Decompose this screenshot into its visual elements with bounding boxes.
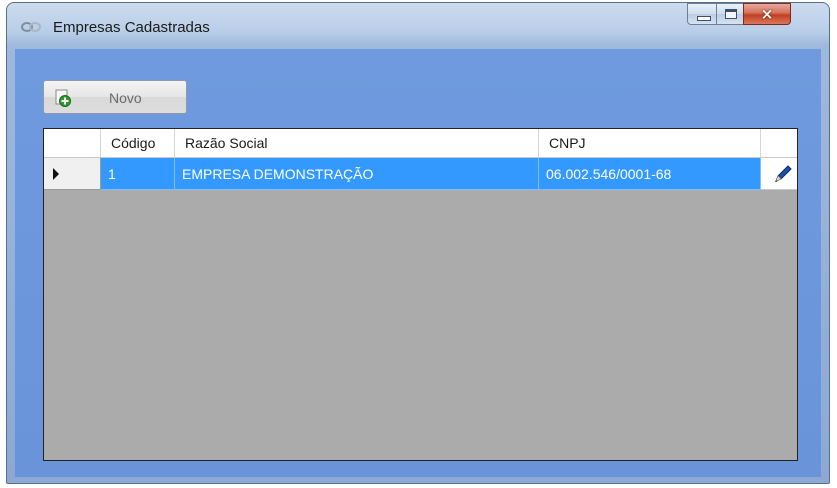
edit-row-button[interactable] [761, 158, 797, 190]
close-icon: × [760, 5, 774, 23]
row-header[interactable] [44, 158, 101, 190]
grid-header: Código Razão Social CNPJ [44, 129, 797, 158]
header-corner [44, 129, 101, 157]
cell-cnpj[interactable]: 06.002.546/0001-68 [539, 158, 761, 190]
cell-codigo[interactable]: 1 [101, 158, 175, 190]
column-header-razao-social[interactable]: Razão Social [175, 129, 539, 157]
chain-link-icon [21, 22, 41, 32]
maximize-icon [725, 9, 737, 19]
minimize-button[interactable] [687, 3, 717, 25]
novo-button-label: Novo [109, 90, 142, 106]
column-header-cnpj[interactable]: CNPJ [539, 129, 761, 157]
close-button[interactable]: × [743, 3, 791, 25]
novo-button[interactable]: Novo [43, 80, 187, 114]
companies-grid[interactable]: Código Razão Social CNPJ 1 EMPRESA DEMON… [43, 128, 798, 461]
title-bar[interactable]: Empresas Cadastradas × [7, 3, 829, 49]
add-document-icon [55, 89, 71, 107]
table-row[interactable]: 1 EMPRESA DEMONSTRAÇÃO 06.002.546/0001-6… [44, 158, 797, 190]
current-row-arrow-icon [53, 168, 59, 180]
window: Empresas Cadastradas × Novo Código Razão… [6, 2, 830, 484]
column-header-codigo[interactable]: Código [101, 129, 175, 157]
window-title: Empresas Cadastradas [53, 19, 210, 36]
maximize-button[interactable] [716, 3, 744, 25]
pencil-edit-icon [775, 165, 792, 182]
cell-razao-social[interactable]: EMPRESA DEMONSTRAÇÃO [175, 158, 539, 190]
client-area: Novo Código Razão Social CNPJ 1 EMPRESA … [15, 49, 821, 477]
minimize-icon [697, 16, 711, 21]
column-header-action [761, 129, 797, 157]
